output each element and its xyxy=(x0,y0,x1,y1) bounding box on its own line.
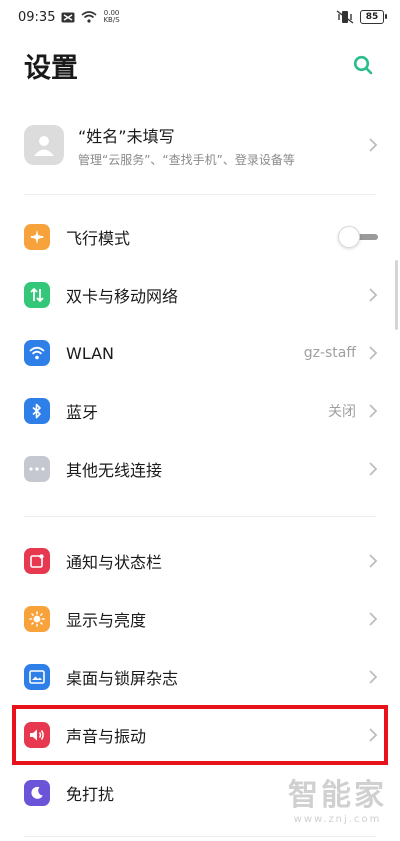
status-time: 09:35 xyxy=(18,9,56,25)
airplane-icon xyxy=(24,224,50,250)
notification-icon xyxy=(24,548,50,574)
wifi-status-icon xyxy=(81,11,97,23)
profile-name: “姓名”未填写 xyxy=(78,126,175,146)
setting-row-airplane-mode[interactable]: 飞行模式 xyxy=(0,208,400,266)
avatar xyxy=(24,125,64,165)
more-dots-icon xyxy=(24,456,50,482)
row-label: WLAN xyxy=(66,343,115,363)
chevron-right-icon xyxy=(368,461,378,477)
setting-row-other-wireless[interactable]: 其他无线连接 xyxy=(0,440,400,498)
setting-row-wlan[interactable]: WLAN gz-staff xyxy=(0,324,400,382)
net-speed-unit: KB/S xyxy=(103,16,120,24)
row-label: 显示与亮度 xyxy=(66,611,147,630)
divider xyxy=(24,194,376,195)
vibrate-mute-icon xyxy=(336,10,354,24)
net-speed: 0.00 KB/S xyxy=(103,10,119,24)
person-icon xyxy=(34,136,54,156)
divider xyxy=(24,836,376,837)
watermark-url: www.znj.com xyxy=(293,814,382,825)
setting-row-display[interactable]: 显示与亮度 xyxy=(0,590,400,648)
profile-subtitle: 管理“云服务”、“查找手机”、登录设备等 xyxy=(78,152,295,167)
chevron-right-icon xyxy=(368,669,378,685)
battery-icon: 85 xyxy=(360,10,387,24)
setting-row-wallpaper[interactable]: 桌面与锁屏杂志 xyxy=(0,648,400,706)
chevron-right-icon xyxy=(368,403,378,419)
divider xyxy=(24,516,376,517)
scrollbar[interactable] xyxy=(395,260,398,330)
account-row[interactable]: “姓名”未填写 管理“云服务”、“查找手机”、登录设备等 xyxy=(0,110,400,180)
row-label: 其他无线连接 xyxy=(66,461,163,480)
sim-arrows-icon xyxy=(24,282,50,308)
row-label: 双卡与移动网络 xyxy=(66,287,179,306)
toggle-knob xyxy=(338,226,360,248)
status-right: 85 xyxy=(336,10,387,24)
sun-icon xyxy=(24,606,50,632)
header: 设置 xyxy=(0,40,400,90)
wlan-network-name: gz-staff xyxy=(303,345,356,361)
row-label: 通知与状态栏 xyxy=(66,553,163,572)
bluetooth-status: 关闭 xyxy=(328,404,356,420)
moon-icon xyxy=(24,780,50,806)
highlight-box xyxy=(12,705,388,765)
search-icon xyxy=(353,55,373,75)
setting-row-notifications[interactable]: 通知与状态栏 xyxy=(0,532,400,590)
setting-row-bluetooth[interactable]: 蓝牙 关闭 xyxy=(0,382,400,440)
row-label: 桌面与锁屏杂志 xyxy=(66,669,179,688)
watermark: 智能家 www.znj.com xyxy=(288,778,387,826)
chevron-right-icon xyxy=(368,345,378,361)
message-icon xyxy=(61,12,75,23)
connectivity-group: 飞行模式 双卡与移动网络 WLAN gz-staff 蓝牙 关闭 其他无线连接 xyxy=(0,208,400,498)
chevron-right-icon xyxy=(368,553,378,569)
row-label: 飞行模式 xyxy=(66,229,131,248)
setting-row-sim-network[interactable]: 双卡与移动网络 xyxy=(0,266,400,324)
profile-text: “姓名”未填写 管理“云服务”、“查找手机”、登录设备等 xyxy=(78,123,368,168)
search-button[interactable] xyxy=(348,50,378,80)
chevron-right-icon xyxy=(368,287,378,303)
chevron-right-icon xyxy=(368,611,378,627)
bluetooth-icon xyxy=(24,398,50,424)
watermark-logo: 智能家 xyxy=(288,778,387,813)
status-left: 09:35 0.00 KB/S xyxy=(18,10,120,25)
row-label: 蓝牙 xyxy=(66,403,99,422)
status-bar: 09:35 0.00 KB/S 85 xyxy=(0,0,400,34)
airplane-mode-toggle[interactable] xyxy=(338,226,378,248)
wallpaper-icon xyxy=(24,664,50,690)
chevron-right-icon xyxy=(368,137,378,153)
wifi-icon xyxy=(24,340,50,366)
page-title: 设置 xyxy=(24,52,78,84)
